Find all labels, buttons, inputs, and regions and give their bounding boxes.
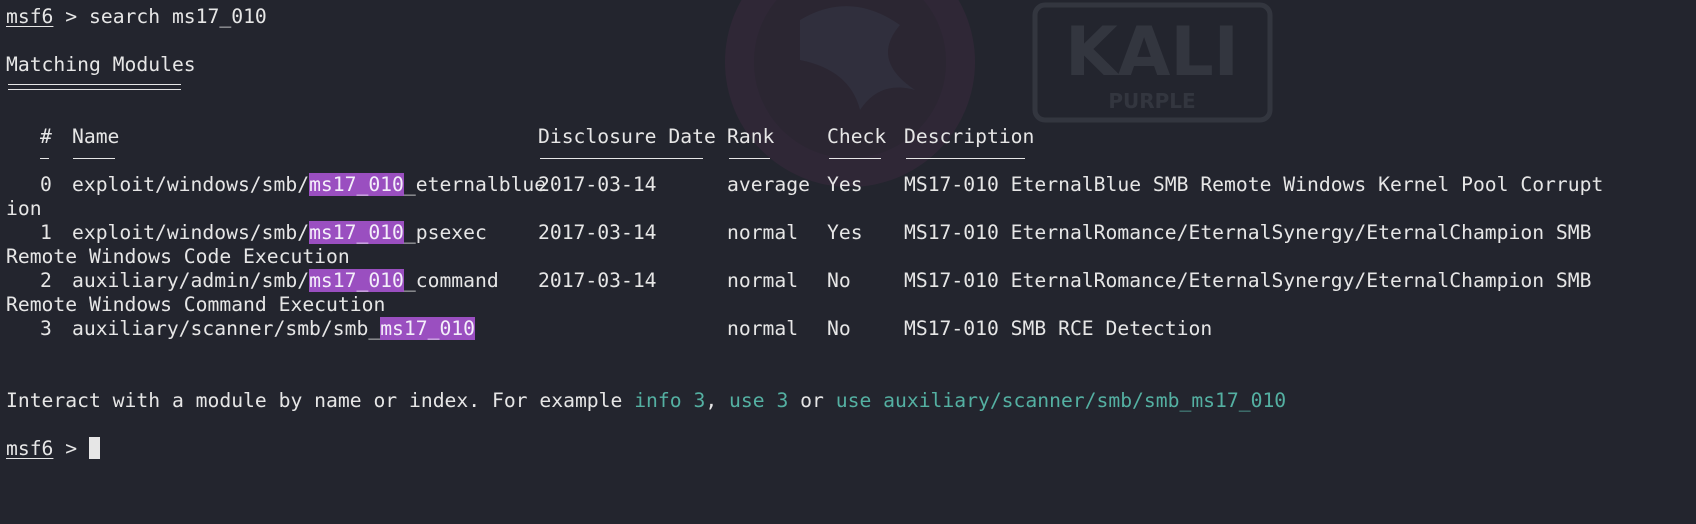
col-date-underline bbox=[540, 158, 703, 159]
description: MS17-010 EternalBlue SMB Remote Windows … bbox=[904, 173, 1604, 196]
active-prompt[interactable]: msf6 > bbox=[6, 436, 100, 462]
table-header: # Name Disclosure Date Rank Check Descri… bbox=[6, 124, 1692, 150]
search-match-highlight: ms17_010 bbox=[309, 269, 404, 292]
rank: normal bbox=[727, 221, 799, 244]
col-num-underline bbox=[40, 158, 49, 159]
col-rank-underline bbox=[729, 158, 770, 159]
col-rank-header: Rank bbox=[727, 125, 775, 148]
example-command-info[interactable]: info 3 bbox=[634, 389, 705, 412]
description: MS17-010 EternalRomance/EternalSynergy/E… bbox=[904, 221, 1592, 244]
watermark-sub: PURPLE bbox=[1108, 89, 1195, 113]
description-wrap: ion bbox=[6, 197, 42, 220]
rank: normal bbox=[727, 317, 799, 340]
example-command-use-path[interactable]: use auxiliary/scanner/smb/smb_ms17_010 bbox=[836, 389, 1286, 412]
disclosure-date: 2017-03-14 bbox=[538, 173, 657, 196]
row-num: 3 bbox=[40, 317, 52, 340]
example-command-use-index[interactable]: use 3 bbox=[729, 389, 788, 412]
col-name-underline bbox=[73, 158, 115, 159]
prompt-label: msf6 bbox=[6, 5, 54, 28]
title-double-underline bbox=[8, 84, 181, 90]
table-row[interactable]: 1 exploit/windows/smb/ms17_010_psexec 20… bbox=[6, 220, 1692, 246]
description-wrap: Remote Windows Command Execution bbox=[6, 293, 386, 316]
check: No bbox=[827, 317, 851, 340]
table-row[interactable]: 3 auxiliary/scanner/smb/smb_ms17_010 nor… bbox=[6, 316, 1692, 342]
col-check-header: Check bbox=[827, 125, 887, 148]
prompt-separator: > bbox=[53, 437, 89, 460]
description: MS17-010 SMB RCE Detection bbox=[904, 317, 1213, 340]
col-name-header: Name bbox=[72, 125, 120, 148]
module-name[interactable]: auxiliary/scanner/smb/smb_ms17_010 bbox=[72, 316, 476, 342]
module-name[interactable]: exploit/windows/smb/ms17_010_psexec bbox=[72, 220, 487, 246]
prompt-label: msf6 bbox=[6, 437, 54, 460]
check: Yes bbox=[827, 173, 863, 196]
module-name[interactable]: auxiliary/admin/smb/ms17_010_command bbox=[72, 268, 499, 294]
text-cursor bbox=[88, 437, 100, 459]
command-line: msf6 > search ms17_010 bbox=[6, 4, 267, 30]
check: No bbox=[827, 269, 851, 292]
col-num-header: # bbox=[40, 125, 52, 148]
search-match-highlight: ms17_010 bbox=[380, 317, 476, 340]
row-num: 0 bbox=[40, 173, 52, 196]
description: MS17-010 EternalRomance/EternalSynergy/E… bbox=[904, 269, 1592, 292]
typed-command: search ms17_010 bbox=[88, 5, 267, 28]
check: Yes bbox=[827, 221, 863, 244]
row-num: 2 bbox=[40, 269, 52, 292]
search-match-highlight: ms17_010 bbox=[309, 221, 404, 244]
rank: normal bbox=[727, 269, 799, 292]
table-row[interactable]: 0 exploit/windows/smb/ms17_010_eternalbl… bbox=[6, 172, 1692, 198]
col-date-header: Disclosure Date bbox=[538, 125, 716, 148]
prompt-separator: > bbox=[53, 5, 89, 28]
disclosure-date: 2017-03-14 bbox=[538, 269, 657, 292]
description-wrap: Remote Windows Code Execution bbox=[6, 245, 350, 268]
row-num: 1 bbox=[40, 221, 52, 244]
disclosure-date: 2017-03-14 bbox=[538, 221, 657, 244]
col-desc-header: Description bbox=[904, 125, 1035, 148]
watermark-brand: KALI bbox=[1065, 13, 1239, 92]
rank: average bbox=[727, 173, 810, 196]
col-desc-underline bbox=[906, 158, 1025, 159]
module-name[interactable]: exploit/windows/smb/ms17_010_eternalblue bbox=[72, 172, 546, 198]
col-check-underline bbox=[829, 158, 881, 159]
matching-modules-title: Matching Modules bbox=[6, 53, 196, 76]
interact-hint: Interact with a module by name or index.… bbox=[6, 389, 1287, 412]
table-row[interactable]: 2 auxiliary/admin/smb/ms17_010_command 2… bbox=[6, 268, 1692, 294]
search-match-highlight: ms17_010 bbox=[309, 173, 404, 196]
